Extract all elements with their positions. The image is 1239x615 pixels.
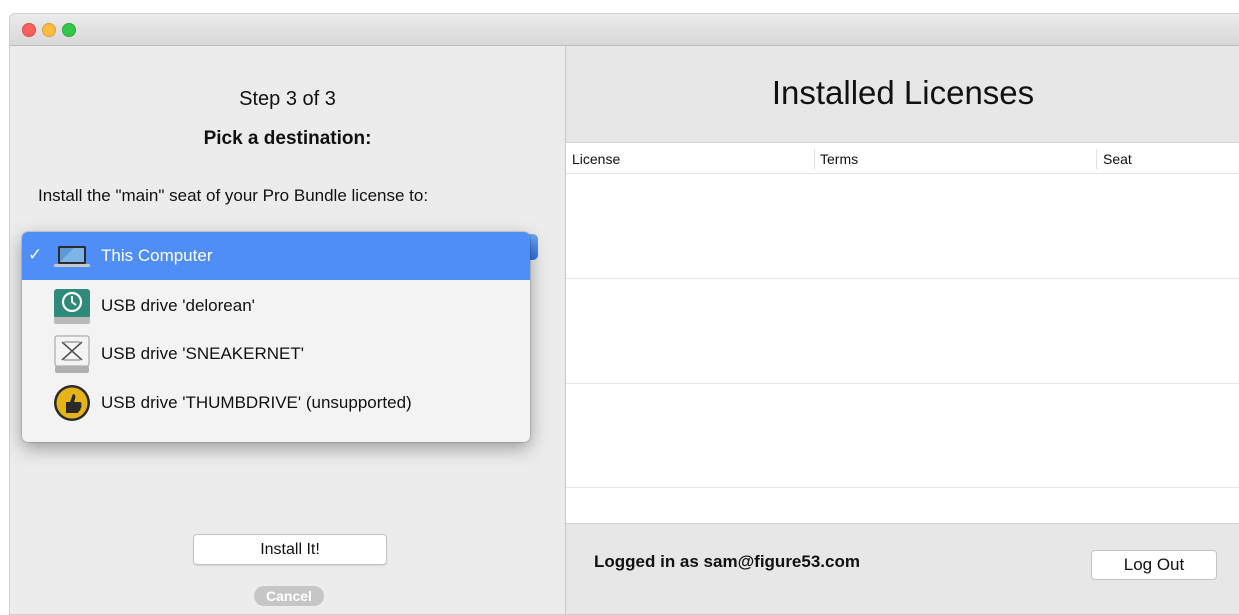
install-instruction: Install the "main" seat of your Pro Bund… bbox=[38, 186, 429, 205]
title-bar bbox=[10, 14, 1239, 46]
zoom-window-button[interactable] bbox=[62, 23, 76, 37]
destination-label: USB drive 'THUMBDRIVE' (unsupported) bbox=[101, 393, 412, 412]
log-out-button[interactable]: Log Out bbox=[1091, 550, 1217, 580]
destination-menu: ✓ This Computer USB drive 'delorean' USB… bbox=[22, 232, 530, 442]
thumbs-up-badge-icon bbox=[52, 383, 92, 423]
time-machine-drive-icon bbox=[52, 286, 92, 326]
table-row-divider bbox=[566, 278, 1239, 279]
external-drive-icon bbox=[52, 334, 92, 374]
table-row-divider bbox=[566, 487, 1239, 488]
cancel-button[interactable]: Cancel bbox=[254, 586, 324, 606]
column-header-seat[interactable]: Seat bbox=[1103, 151, 1132, 167]
close-window-button[interactable] bbox=[22, 23, 36, 37]
destination-option-thumbdrive[interactable]: USB drive 'THUMBDRIVE' (unsupported) bbox=[22, 379, 530, 427]
destination-label: USB drive 'delorean' bbox=[101, 296, 255, 315]
destination-option-this-computer[interactable]: ✓ This Computer bbox=[22, 232, 530, 280]
column-header-terms[interactable]: Terms bbox=[820, 151, 858, 167]
step-indicator: Step 3 of 3 bbox=[239, 88, 336, 110]
install-button[interactable]: Install It! bbox=[193, 534, 387, 565]
install-wizard-pane: Step 3 of 3 Pick a destination: Install … bbox=[10, 46, 566, 614]
column-divider bbox=[1096, 149, 1097, 169]
app-window: Step 3 of 3 Pick a destination: Install … bbox=[9, 13, 1239, 615]
logged-in-status: Logged in as sam@figure53.com bbox=[594, 552, 860, 571]
licenses-table-header: License Terms Seat bbox=[566, 143, 1239, 174]
licenses-header: Installed Licenses bbox=[566, 46, 1239, 143]
column-divider bbox=[814, 149, 815, 169]
wizard-title: Pick a destination: bbox=[203, 128, 372, 149]
destination-label: USB drive 'SNEAKERNET' bbox=[101, 344, 304, 363]
licenses-title: Installed Licenses bbox=[771, 74, 1035, 111]
laptop-icon bbox=[52, 236, 92, 276]
table-row-divider bbox=[566, 383, 1239, 384]
column-header-license[interactable]: License bbox=[572, 151, 620, 167]
licenses-pane: Installed Licenses License Terms Seat Lo… bbox=[566, 46, 1239, 614]
destination-label: This Computer bbox=[101, 246, 213, 265]
destination-option-delorean[interactable]: USB drive 'delorean' bbox=[22, 282, 530, 330]
checkmark-icon: ✓ bbox=[28, 245, 43, 264]
minimize-window-button[interactable] bbox=[42, 23, 56, 37]
account-footer: Logged in as sam@figure53.com Log Out bbox=[566, 523, 1239, 614]
destination-option-sneakernet[interactable]: USB drive 'SNEAKERNET' bbox=[22, 330, 530, 378]
